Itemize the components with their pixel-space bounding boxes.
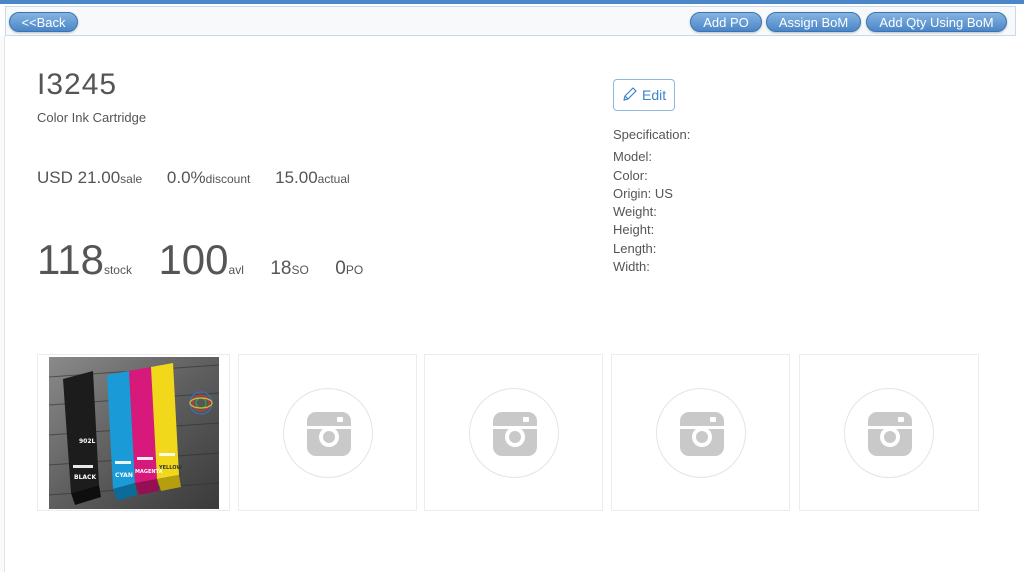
product-photo: 902L BLACK CYAN MAGENTA YELLOW xyxy=(49,357,219,509)
spec-model: Model: xyxy=(613,149,653,165)
so-count: 18 xyxy=(270,258,292,279)
edit-label: Edit xyxy=(642,87,667,103)
cartridge-black-name: BLACK xyxy=(74,474,96,481)
add-po-button[interactable]: Add PO xyxy=(690,12,762,32)
specification-heading: Specification: xyxy=(613,127,691,142)
discount-value: 0.0% xyxy=(166,168,206,187)
pricing-row: USD 21.00sale 0.0%discount 15.00actual xyxy=(37,168,370,188)
available-label: avl xyxy=(228,263,244,277)
assign-bom-button[interactable]: Assign BoM xyxy=(766,12,861,32)
product-image-slot-5[interactable] xyxy=(799,354,979,511)
cartridge-cyan-name: CYAN xyxy=(115,472,133,479)
po-label: PO xyxy=(345,263,364,277)
available-count: 100 xyxy=(158,236,229,283)
actual-price: 15.00 xyxy=(275,168,318,187)
sale-label: sale xyxy=(120,172,143,186)
left-border xyxy=(0,36,5,572)
back-button[interactable]: <<Back xyxy=(9,12,78,32)
spec-height: Height: xyxy=(613,222,655,238)
so-label: SO xyxy=(291,263,309,277)
placeholder-circle xyxy=(469,388,559,478)
spec-width: Width: xyxy=(613,259,650,275)
placeholder-circle xyxy=(844,388,934,478)
spec-weight: Weight: xyxy=(613,204,657,220)
product-image-slot-1[interactable]: 902L BLACK CYAN MAGENTA YELLOW xyxy=(37,354,230,511)
product-image-slot-2[interactable] xyxy=(238,354,417,511)
spec-color: Color: xyxy=(613,167,648,183)
camera-icon xyxy=(680,412,724,456)
placeholder-circle xyxy=(656,388,746,478)
stock-label: stock xyxy=(103,263,132,277)
top-accent-bar xyxy=(0,0,1024,4)
product-image-slot-3[interactable] xyxy=(424,354,603,511)
po-count: 0 xyxy=(335,258,346,279)
stock-count: 118 xyxy=(37,236,104,283)
actual-label: actual xyxy=(317,172,350,186)
camera-icon xyxy=(307,412,351,456)
product-image-slot-4[interactable] xyxy=(611,354,790,511)
cartridge-yellow-name: YELLOW xyxy=(158,465,182,471)
spec-origin: Origin: US xyxy=(613,185,673,201)
spec-length: Length: xyxy=(613,240,657,256)
placeholder-circle xyxy=(283,388,373,478)
item-description: Color Ink Cartridge xyxy=(37,110,147,125)
camera-icon xyxy=(868,412,912,456)
sale-price: USD 21.00 xyxy=(37,168,121,187)
discount-label: discount xyxy=(205,172,251,186)
inventory-row: 118stock 100avl 18SO 0PO xyxy=(37,236,385,284)
item-sku: I3245 xyxy=(37,68,118,101)
add-qty-using-bom-button[interactable]: Add Qty Using BoM xyxy=(866,12,1007,32)
toolbar: <<Back Add PO Assign BoM Add Qty Using B… xyxy=(5,6,1016,36)
edit-button[interactable]: Edit xyxy=(613,79,675,111)
specification-panel: Specification: Model: Color: Origin: US … xyxy=(613,126,690,276)
camera-icon xyxy=(493,412,537,456)
pencil-icon xyxy=(623,87,637,101)
cartridge-black-code: 902L xyxy=(79,438,96,445)
